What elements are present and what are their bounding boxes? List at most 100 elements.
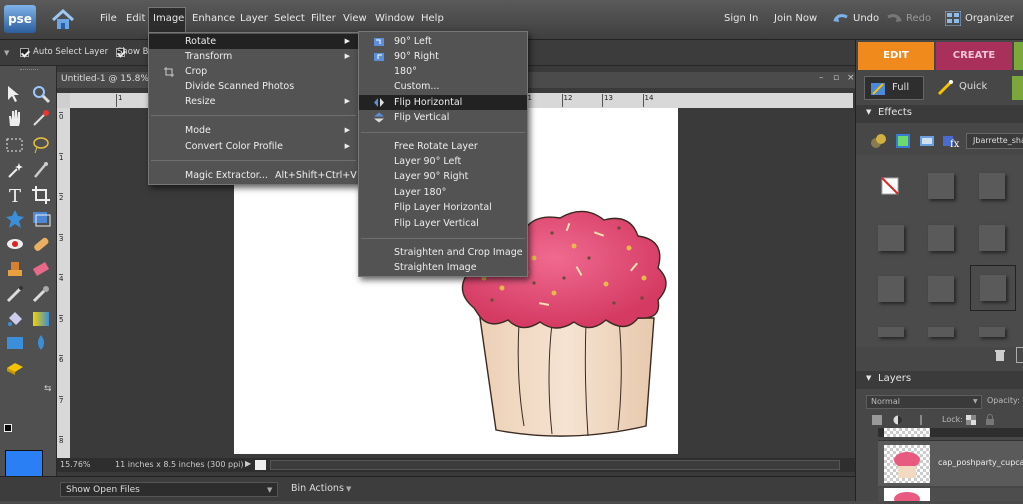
magic-wand-tool-icon[interactable]	[5, 160, 25, 180]
menu-item-flip-layer-horizontal[interactable]: Flip Layer Horizontal	[359, 200, 527, 215]
mode-full-button[interactable]: Full	[864, 76, 924, 100]
effects-filter-dropdown[interactable]: Jbarrette_sha	[966, 133, 1023, 149]
menu-item-crop[interactable]: Crop	[149, 64, 358, 79]
effect-thumbnail[interactable]	[878, 276, 904, 302]
menu-item-flip-horizontal[interactable]: Flip Horizontal	[359, 95, 527, 110]
menu-item-magic-extractor[interactable]: Magic Extractor... Alt+Shift+Ctrl+V	[149, 168, 358, 183]
guided-mode-button[interactable]	[1012, 76, 1023, 100]
cookie-cutter-tool-icon[interactable]	[5, 209, 25, 229]
sponge-tool-icon[interactable]	[5, 358, 25, 378]
new-layer-icon[interactable]	[872, 415, 882, 425]
lasso-tool-icon[interactable]	[31, 135, 51, 155]
redo-icon[interactable]	[886, 12, 902, 24]
organizer-button[interactable]: Organizer	[965, 13, 1014, 24]
hand-tool-icon[interactable]	[5, 108, 25, 128]
type-tool-icon[interactable]: T	[5, 185, 25, 205]
minimize-icon[interactable]: –	[819, 73, 824, 83]
move-tool-icon[interactable]	[5, 84, 25, 104]
effect-thumbnail[interactable]	[928, 327, 954, 337]
status-arrow-icon[interactable]: ▶	[245, 459, 251, 468]
effects-all-icon[interactable]: fx	[942, 133, 960, 149]
link-icon[interactable]	[916, 415, 926, 425]
menu-item-rotate-90-left[interactable]: 90° Left	[359, 34, 527, 49]
menu-item-layer-180[interactable]: Layer 180°	[359, 185, 527, 200]
zoom-value[interactable]: 15.76%	[60, 460, 91, 469]
panel-options-button[interactable]	[1016, 347, 1023, 363]
effect-thumbnail[interactable]	[979, 173, 1005, 199]
blur-tool-icon[interactable]	[31, 333, 51, 353]
menu-item-mode[interactable]: Mode ▶	[149, 123, 358, 138]
paint-bucket-tool-icon[interactable]	[5, 309, 25, 329]
menu-item-layer-90-right[interactable]: Layer 90° Right	[359, 169, 527, 184]
bin-actions-menu[interactable]: Bin Actions	[291, 483, 344, 494]
mode-quick-button[interactable]: Quick	[932, 76, 1002, 100]
crop-tool-icon[interactable]	[31, 185, 51, 205]
join-now-link[interactable]: Join Now	[774, 13, 817, 24]
tab-share[interactable]	[1014, 42, 1023, 70]
effect-thumbnail[interactable]	[928, 276, 954, 302]
menu-item-straighten-image[interactable]: Straighten Image	[359, 260, 527, 275]
smart-brush-tool-icon[interactable]	[31, 284, 51, 304]
red-eye-tool-icon[interactable]	[5, 234, 25, 254]
menu-item-straighten-and-crop[interactable]: Straighten and Crop Image	[359, 245, 527, 260]
layer-name[interactable]: cap_poshparty_cupca	[938, 458, 1023, 467]
shape-tool-icon[interactable]	[5, 333, 25, 353]
layer-row-partial[interactable]	[878, 488, 1023, 504]
brush-tool-icon[interactable]	[5, 284, 25, 304]
horizontal-scrollbar[interactable]	[270, 460, 840, 470]
menu-item-rotate-custom[interactable]: Custom...	[359, 79, 527, 94]
sign-in-link[interactable]: Sign In	[724, 13, 758, 24]
menu-enhance[interactable]: Enhance	[192, 13, 235, 24]
swap-colors-icon[interactable]: ⇆	[44, 384, 52, 394]
eraser-tool-icon[interactable]	[31, 259, 51, 279]
effects-collapse-icon[interactable]: ▼	[866, 108, 871, 116]
options-chevron-icon[interactable]: ▼	[4, 49, 9, 57]
menu-edit[interactable]: Edit	[126, 13, 145, 24]
gradient-tool-icon[interactable]	[31, 309, 51, 329]
menu-help[interactable]: Help	[421, 13, 444, 24]
auto-select-checkbox[interactable]	[20, 48, 29, 57]
effect-thumbnail[interactable]	[928, 225, 954, 251]
effects-panel-header[interactable]: ▼ Effects	[856, 105, 1023, 123]
no-effect-icon[interactable]	[881, 177, 899, 195]
undo-button[interactable]: Undo	[853, 13, 879, 24]
layers-collapse-icon[interactable]: ▼	[866, 374, 871, 382]
effect-thumbnail[interactable]	[928, 173, 954, 199]
bin-dropdown[interactable]: Show Open Files ▼	[60, 482, 278, 497]
menu-layer[interactable]: Layer	[240, 13, 268, 24]
effect-thumbnail[interactable]	[878, 327, 904, 337]
tab-create[interactable]: CREATE	[936, 42, 1012, 70]
effect-thumbnail[interactable]	[979, 225, 1005, 251]
menu-image[interactable]: Image	[153, 13, 184, 24]
menu-item-flip-vertical[interactable]: Flip Vertical	[359, 110, 527, 125]
lock-all-icon[interactable]	[985, 414, 995, 425]
eyedropper-tool-icon[interactable]	[31, 108, 51, 128]
trash-icon[interactable]	[994, 349, 1006, 361]
menu-select[interactable]: Select	[274, 13, 305, 24]
organizer-icon[interactable]	[944, 10, 962, 27]
healing-brush-tool-icon[interactable]	[31, 234, 51, 254]
effect-thumbnail[interactable]	[878, 225, 904, 251]
bin-actions-chevron-icon[interactable]: ▼	[346, 485, 351, 493]
menu-view[interactable]: View	[343, 13, 367, 24]
restore-icon[interactable]: ▫	[833, 73, 839, 83]
adjustment-layer-icon[interactable]	[893, 415, 903, 425]
menu-item-rotate[interactable]: Rotate ▶	[149, 34, 358, 49]
menu-item-divide-scanned-photos[interactable]: Divide Scanned Photos	[149, 79, 358, 94]
close-icon[interactable]: ×	[847, 73, 855, 83]
menu-item-layer-90-left[interactable]: Layer 90° Left	[359, 154, 527, 169]
clone-stamp-tool-icon[interactable]	[5, 259, 25, 279]
straighten-tool-icon[interactable]	[31, 209, 51, 229]
undo-icon[interactable]	[833, 12, 849, 24]
effect-thumbnail-selected[interactable]	[970, 265, 1016, 311]
menu-item-transform[interactable]: Transform ▶	[149, 49, 358, 64]
layer-row[interactable]: cap_poshparty_cupca	[878, 440, 1023, 486]
effects-layer-styles-icon[interactable]	[894, 133, 912, 149]
home-icon[interactable]	[50, 8, 76, 32]
layers-panel-header[interactable]: ▼ Layers	[856, 371, 1023, 389]
menu-item-flip-layer-vertical[interactable]: Flip Layer Vertical	[359, 216, 527, 231]
zoom-tool-icon[interactable]	[31, 84, 51, 104]
menu-window[interactable]: Window	[375, 13, 414, 24]
effects-filters-icon[interactable]	[870, 133, 888, 149]
blend-mode-dropdown[interactable]: Normal ▼	[866, 395, 982, 409]
